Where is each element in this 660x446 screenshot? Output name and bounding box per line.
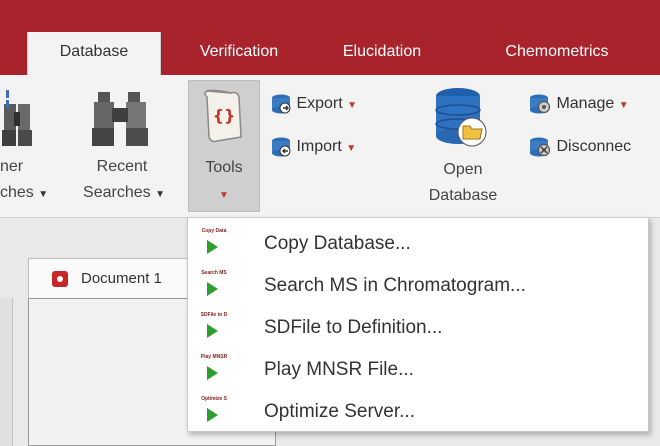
disconnect-button[interactable]: Disconnec bbox=[528, 134, 631, 160]
tab-chemometrics[interactable]: Chemometrics bbox=[462, 32, 652, 75]
document-tab[interactable]: Document 1 bbox=[28, 258, 188, 298]
menu-icon-caption: Copy Data bbox=[201, 228, 227, 234]
tools-button[interactable]: {} Tools ▼ bbox=[188, 80, 260, 212]
play-icon: Copy Data bbox=[198, 228, 230, 258]
ribbon-tab-bar: Database Verification Elucidation Chemom… bbox=[0, 0, 660, 75]
svg-text:{}: {} bbox=[213, 106, 236, 125]
tab-elucidation[interactable]: Elucidation bbox=[322, 32, 442, 75]
open-database-label-1: Open bbox=[443, 161, 483, 178]
menu-item-label: Optimize Server... bbox=[264, 401, 415, 422]
tools-label: Tools bbox=[205, 159, 243, 176]
chevron-down-icon: ▼ bbox=[618, 100, 629, 111]
export-button[interactable]: Export ▼ bbox=[270, 91, 357, 117]
play-icon: SDFile to D bbox=[198, 312, 230, 342]
partial-searches-label-1: ner bbox=[0, 158, 24, 175]
menu-item-label: Copy Database... bbox=[264, 233, 411, 254]
menu-icon-caption: Optimize S bbox=[201, 396, 227, 402]
menu-icon-caption: Search MS bbox=[201, 270, 227, 276]
export-label: Export bbox=[296, 95, 343, 112]
open-database-label-2: Database bbox=[428, 187, 498, 204]
play-icon: Search MS bbox=[198, 270, 230, 300]
database-open-icon bbox=[435, 88, 487, 147]
database-export-icon bbox=[272, 94, 291, 114]
chevron-down-icon: ▼ bbox=[219, 190, 229, 201]
tab-verification[interactable]: Verification bbox=[178, 32, 300, 75]
import-button[interactable]: Import ▼ bbox=[270, 134, 356, 160]
menu-item-label: SDFile to Definition... bbox=[264, 317, 443, 338]
partial-searches-label-2: ches bbox=[0, 184, 34, 201]
manage-button[interactable]: Manage ▼ bbox=[528, 91, 629, 117]
chevron-down-icon: ▼ bbox=[38, 189, 49, 200]
left-side-strip bbox=[0, 298, 13, 446]
menu-icon-caption: SDFile to D bbox=[200, 312, 228, 318]
chevron-down-icon: ▼ bbox=[155, 189, 165, 200]
database-import-icon bbox=[272, 137, 291, 157]
play-icon: Optimize S bbox=[198, 396, 230, 426]
chevron-down-icon: ▼ bbox=[347, 100, 358, 111]
menu-item-copy-database[interactable]: Copy Data Copy Database... bbox=[188, 222, 648, 265]
menu-item-sdfile-to-definition[interactable]: SDFile to D SDFile to Definition... bbox=[188, 306, 648, 349]
recent-searches-label-1: Recent bbox=[96, 158, 148, 175]
binoculars-icon bbox=[92, 92, 148, 146]
database-gear-icon bbox=[530, 94, 551, 114]
database-disconnect-icon bbox=[530, 137, 551, 157]
menu-item-label: Search MS in Chromatogram... bbox=[264, 275, 526, 296]
menu-item-search-ms[interactable]: Search MS Search MS in Chromatogram... bbox=[188, 264, 648, 307]
menu-icon-caption: Play MNSR bbox=[200, 354, 228, 360]
chevron-down-icon: ▼ bbox=[346, 143, 357, 154]
recent-searches-label-2: Searches bbox=[83, 184, 151, 201]
tab-database[interactable]: Database bbox=[27, 32, 161, 75]
tools-dropdown-menu: Copy Data Copy Database... Search MS Sea… bbox=[187, 217, 649, 432]
scroll-script-icon: {} bbox=[204, 89, 242, 143]
document-icon bbox=[52, 271, 68, 287]
import-label: Import bbox=[296, 138, 342, 155]
menu-item-play-mnsr[interactable]: Play MNSR Play MNSR File... bbox=[188, 348, 648, 391]
menu-item-label: Play MNSR File... bbox=[264, 359, 414, 380]
document-tab-label: Document 1 bbox=[81, 270, 162, 287]
binoculars-icon bbox=[2, 90, 32, 146]
play-icon: Play MNSR bbox=[198, 354, 230, 384]
disconnect-label: Disconnec bbox=[556, 138, 632, 155]
menu-item-optimize-server[interactable]: Optimize S Optimize Server... bbox=[188, 390, 648, 433]
manage-label: Manage bbox=[556, 95, 615, 112]
